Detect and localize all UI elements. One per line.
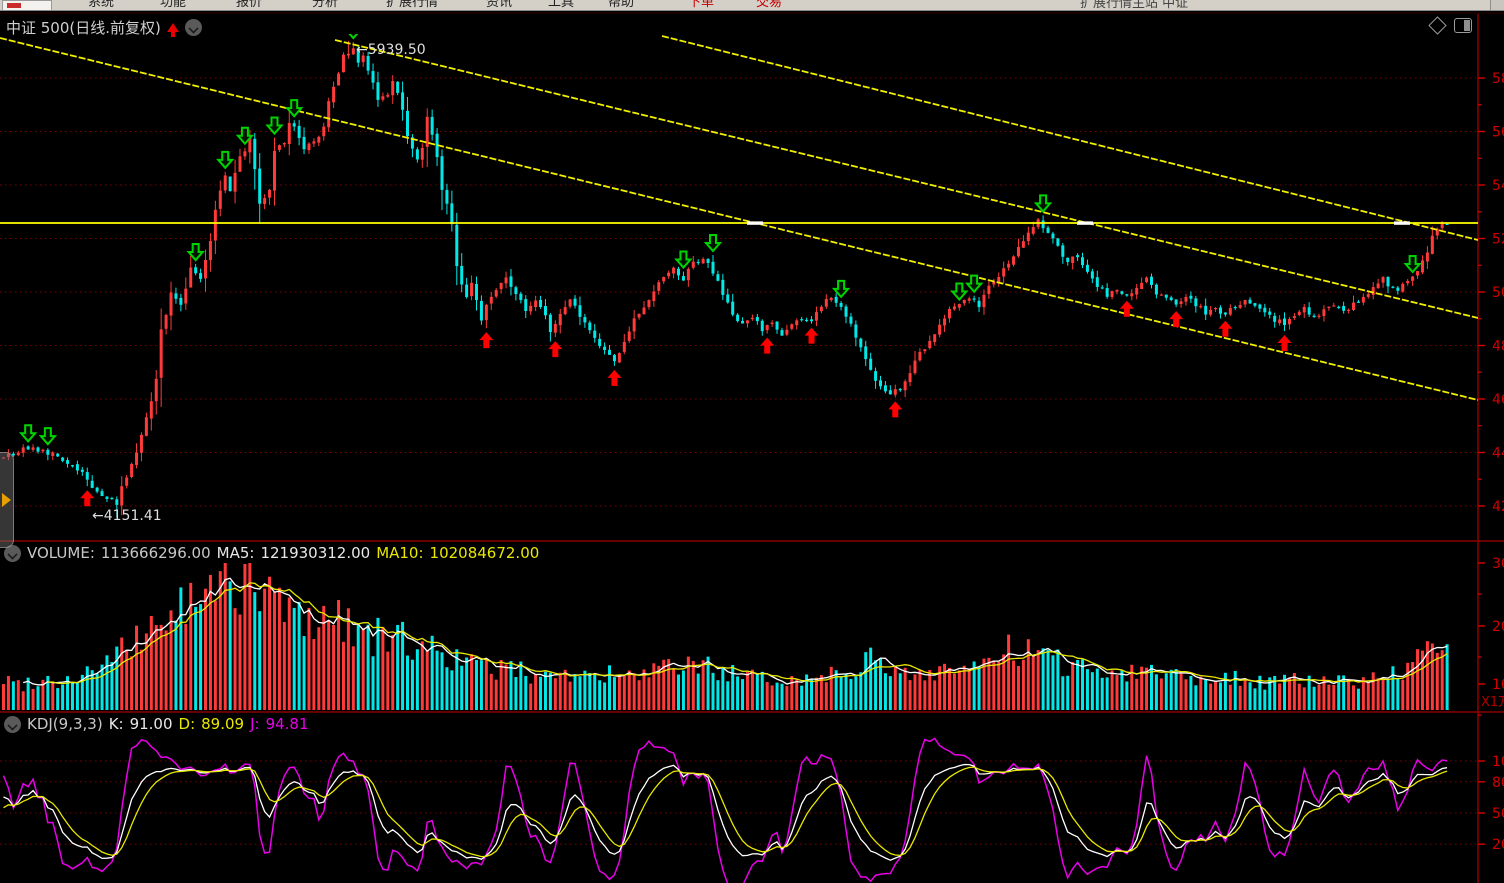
kdj-d-label: D: [179,715,196,733]
price-axis-label: 4600 [1492,392,1504,408]
chart-title: 中证 500(日线.前复权) [6,17,161,38]
kdj-axis-label: 20 [1492,837,1504,853]
kdj-j-value: 94.81 [266,715,309,733]
low-price-annotation: ←4151.41 [92,508,162,524]
kdj-d-value: 89.09 [201,715,244,733]
ma5-label: MA5: [217,544,255,562]
price-axis-label: 5000 [1492,285,1504,301]
stock-app-window: 系统 功能 报价 分析 扩展行情 资讯 工具 帮助 下单 交易 扩展行情主站 中… [0,0,1504,883]
kdj-label: KDJ(9,3,3) [27,715,103,733]
left-sidebar-handle[interactable] [0,452,14,548]
expand-right-icon [2,493,11,507]
price-axis-label: 4200 [1492,499,1504,515]
volume-axis-label: 100 [1492,677,1504,693]
ma5-value: 121930312.00 [260,544,370,562]
panel-layout-icon[interactable] [1454,18,1472,33]
price-axis-label: 4800 [1492,339,1504,355]
up-arrow-icon [167,23,179,32]
left-arrow-icon: ← [356,42,368,58]
price-axis-label: 5800 [1492,71,1504,87]
high-price-annotation: ←5939.50 [356,42,426,58]
chevron-down-icon[interactable] [185,19,202,36]
price-axis-label: 4400 [1492,446,1504,462]
price-axis-label: 5200 [1492,232,1504,248]
kdj-k-value: 91.00 [130,715,173,733]
kdj-k-label: K: [109,715,124,733]
kdj-axis-label: 50 [1492,806,1504,822]
chart-canvas[interactable]: 5800 5600 5400 5200 5000 4800 4600 4400 4200 300 2… [0,0,1504,883]
volume-value: 113666296.00 [101,544,211,562]
chevron-down-icon[interactable] [4,716,21,733]
ma10-label: MA10: [376,544,423,562]
ma10-value: 102084672.00 [430,544,540,562]
left-arrow-icon: ← [92,508,104,524]
volume-axis-label: 300 [1492,556,1504,572]
price-axis-label: 5600 [1492,125,1504,141]
volume-axis-label: 200 [1492,619,1504,635]
diamond-icon[interactable] [1428,16,1446,34]
price-axis-label: 5400 [1492,178,1504,194]
kdj-axis-label: 80 [1492,775,1504,791]
kdj-j-label: J: [250,715,259,733]
kdj-axis-label: 100 [1492,754,1504,770]
volume-label: VOLUME: [27,544,95,562]
volume-unit-label: X1万 [1481,695,1504,710]
